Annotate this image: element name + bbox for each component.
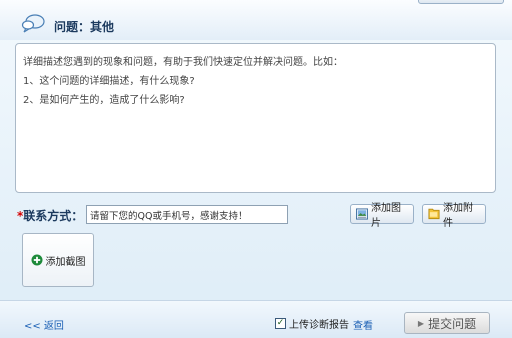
chat-bubble-icon: [21, 14, 45, 33]
contact-input[interactable]: [86, 205, 288, 224]
add-attachment-label: 添加附件: [443, 203, 474, 229]
upload-report-label: 上传诊断报告: [289, 320, 349, 331]
add-screenshot-button[interactable]: 添加截图: [22, 233, 94, 287]
plus-circle-icon: [31, 254, 42, 266]
checkbox-checked-icon[interactable]: ✓: [275, 318, 286, 329]
upload-report-checkbox[interactable]: ✓ 上传诊断报告: [275, 316, 349, 331]
description-textarea[interactable]: 详细描述您遇到的现象和问题，有助于我们快速定位并解决问题。比如： 1、这个问题的…: [15, 43, 496, 193]
footer-bar: << 返回 ✓ 上传诊断报告 查看 ▶ 提交问题: [0, 300, 512, 338]
header-bar: 问题：其他: [0, 0, 512, 40]
description-line: 2、是如何产生的，造成了什么影响?: [23, 95, 185, 106]
attachment-icon: [428, 208, 440, 220]
top-window-button[interactable]: [418, 0, 504, 4]
add-picture-button[interactable]: 添加图片: [350, 203, 414, 229]
submit-label: 提交问题: [428, 316, 477, 331]
description-line: 1、这个问题的详细描述，有什么现象?: [23, 76, 195, 87]
add-attachment-button[interactable]: 添加附件: [422, 203, 486, 229]
page-title: 问题：其他: [54, 20, 115, 34]
contact-label-text: 联系方式：: [23, 209, 84, 223]
add-picture-label: 添加图片: [371, 203, 402, 229]
submit-button[interactable]: ▶ 提交问题: [404, 312, 490, 334]
view-report-link[interactable]: 查看: [353, 317, 373, 332]
add-screenshot-label: 添加截图: [45, 256, 86, 268]
arrow-right-icon: ▶: [417, 318, 425, 328]
picture-icon: [356, 208, 369, 220]
back-link[interactable]: << 返回: [24, 317, 64, 332]
description-line: 详细描述您遇到的现象和问题，有助于我们快速定位并解决问题。比如：: [23, 57, 343, 68]
contact-label: *联系方式：: [17, 207, 83, 224]
